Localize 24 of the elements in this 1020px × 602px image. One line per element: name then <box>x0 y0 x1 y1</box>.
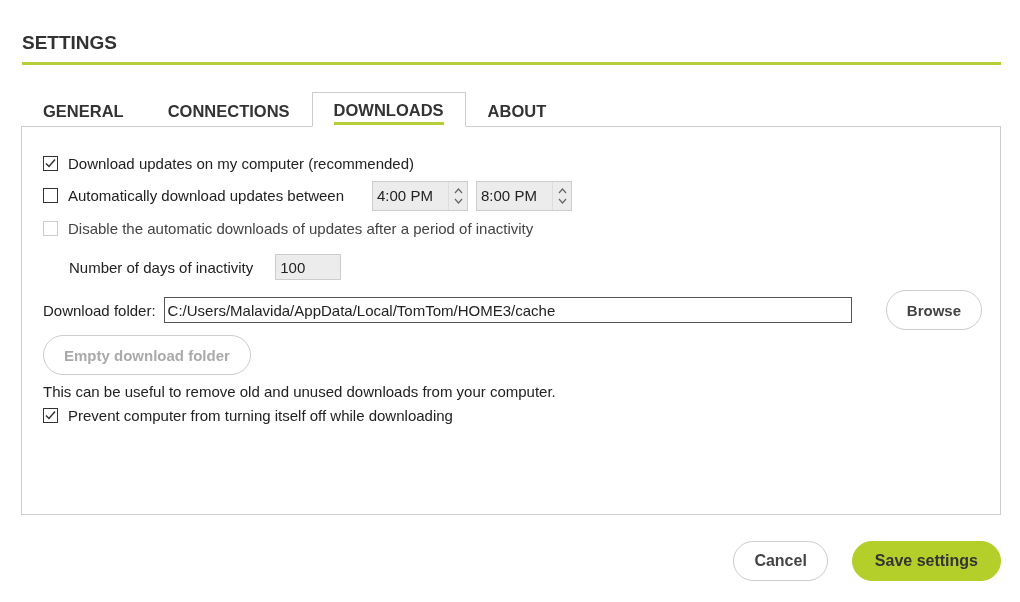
option-label: Prevent computer from turning itself off while downloading <box>68 406 453 424</box>
spinner-arrows-icon[interactable] <box>453 186 463 205</box>
checkbox[interactable] <box>43 155 58 171</box>
checkbox[interactable] <box>43 188 58 203</box>
option-label: Automatically download updates between <box>68 187 344 204</box>
browse-button[interactable]: Browse <box>885 290 982 330</box>
page-title: SETTINGS <box>22 32 1001 65</box>
folder-path-input[interactable]: C:/Users/Malavida/AppData/Local/TomTom/HOME3/cache <box>163 297 852 323</box>
tab[interactable]: CONNECTIONS <box>145 93 312 127</box>
cancel-button[interactable]: Cancel <box>733 541 828 581</box>
help-text: This can be useful to remove old and unused downloads from your computer. <box>43 383 557 400</box>
checkbox[interactable] <box>43 407 58 423</box>
tab[interactable]: ABOUT <box>465 93 569 127</box>
tab[interactable]: GENERAL <box>21 93 146 127</box>
tab[interactable]: DOWNLOADS <box>311 92 466 127</box>
spinner-arrows-icon[interactable] <box>557 186 567 205</box>
days-label: Number of days of inactivity <box>69 258 254 276</box>
option-label: Disable the automatic downloads of updates after a period of inactivity <box>68 220 534 237</box>
time-spinner[interactable]: 8:00 PM <box>476 180 572 211</box>
time-spinner[interactable]: 4:00 PM <box>372 180 468 211</box>
save-button[interactable]: Save settings <box>851 541 1001 581</box>
option-label: Download updates on my computer (recommended) <box>68 154 414 172</box>
days-input[interactable]: 100 <box>275 254 342 280</box>
folder-label: Download folder: <box>43 301 156 319</box>
